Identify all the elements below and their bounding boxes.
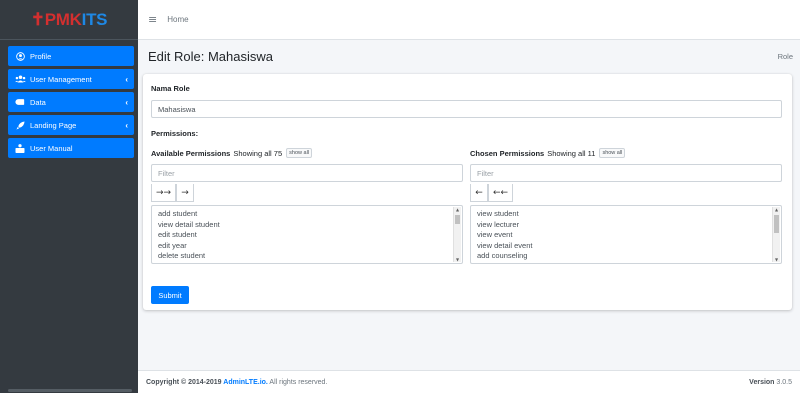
scroll-down-icon[interactable]: ▼ <box>454 257 461 262</box>
chevron-left-icon: ‹ <box>125 97 128 107</box>
edit-role-card: Nama Role Mahasiswa Permissions: Availab… <box>143 74 792 310</box>
brand-logo: ✝PMKITS <box>30 9 108 30</box>
available-filter-input[interactable]: Filter <box>151 164 463 182</box>
list-item[interactable]: add student <box>158 209 456 220</box>
available-permissions-header: Available Permissions Showing all 75 sho… <box>151 147 463 159</box>
hamburger-menu-icon[interactable]: ≡ <box>148 13 157 26</box>
list-item[interactable]: view detail student <box>158 220 456 231</box>
list-item[interactable]: view event <box>477 230 775 241</box>
page-title: Edit Role: Mahasiswa <box>148 48 273 64</box>
sidebar-item-label: Data <box>30 97 46 107</box>
content-header: Edit Role: Mahasiswa Role <box>148 40 793 72</box>
submit-button[interactable]: Submit <box>151 286 189 304</box>
scroll-thumb[interactable] <box>774 215 779 233</box>
cross-icon: ✝ <box>30 9 45 29</box>
list-item[interactable]: view detail event <box>477 241 775 252</box>
available-permissions-list[interactable]: add student view detail student edit stu… <box>151 205 463 264</box>
user-circle-icon <box>14 51 26 61</box>
chosen-move-buttons: ← ←← <box>470 184 782 202</box>
list-item[interactable]: edit student <box>158 230 456 241</box>
scroll-thumb[interactable] <box>455 215 460 224</box>
nav-home-link[interactable]: Home <box>167 15 188 24</box>
chosen-permissions-title: Chosen Permissions <box>470 148 545 158</box>
sidebar: ✝PMKITS Profile User Management ‹ Data ‹ <box>0 0 138 393</box>
chosen-permissions-list[interactable]: view student view lecturer view event vi… <box>470 205 782 264</box>
brand-link[interactable]: ✝PMKITS <box>0 0 138 40</box>
show-all-chosen-button[interactable]: show all <box>599 148 626 158</box>
sidebar-item-user-manual[interactable]: User Manual <box>8 138 134 158</box>
sidebar-item-profile[interactable]: Profile <box>8 46 134 66</box>
sidebar-item-label: Landing Page <box>30 120 77 130</box>
sidebar-item-label: User Manual <box>30 143 73 153</box>
users-icon <box>14 75 26 83</box>
permissions-label: Permissions: <box>151 129 199 138</box>
available-permissions-panel: Available Permissions Showing all 75 sho… <box>151 147 463 264</box>
show-all-available-button[interactable]: show all <box>286 148 313 158</box>
role-name-input[interactable]: Mahasiswa <box>151 100 782 118</box>
list-item[interactable]: view student <box>477 209 775 220</box>
chevron-left-icon: ‹ <box>125 74 128 84</box>
version-label: Version <box>749 378 775 386</box>
sidebar-item-data[interactable]: Data ‹ <box>8 92 134 112</box>
sidebar-item-landing-page[interactable]: Landing Page ‹ <box>8 115 134 135</box>
footer: Copyright © 2014-2019 AdminLTE.io. All r… <box>138 370 800 393</box>
footer-version: Version 3.0.5 <box>749 379 792 386</box>
footer-copyright: Copyright © 2014-2019 AdminLTE.io. All r… <box>146 379 327 386</box>
available-move-buttons: →→ → <box>151 184 463 202</box>
sidebar-scrollbar[interactable] <box>8 389 132 392</box>
scroll-down-icon[interactable]: ▼ <box>773 257 780 262</box>
sidebar-item-user-management[interactable]: User Management ‹ <box>8 69 134 89</box>
scroll-up-icon[interactable]: ▲ <box>454 207 461 212</box>
list-item[interactable]: edit year <box>158 241 456 252</box>
chosen-permissions-header: Chosen Permissions Showing all 11 show a… <box>470 147 782 159</box>
version-value: 3.0.5 <box>776 378 792 386</box>
sidebar-item-label: User Management <box>30 74 92 84</box>
chosen-filter-input[interactable]: Filter <box>470 164 782 182</box>
available-permissions-count: Showing all 75 <box>233 148 283 158</box>
chosen-list-scrollbar[interactable]: ▲ ▼ <box>772 207 780 262</box>
copyright-suffix: All rights reserved. <box>267 378 328 386</box>
top-navbar: ≡ Home <box>138 0 800 40</box>
move-all-right-button[interactable]: →→ <box>151 184 176 202</box>
chevron-left-icon: ‹ <box>125 120 128 130</box>
sidebar-nav: Profile User Management ‹ Data ‹ Landing… <box>0 40 138 158</box>
adminlte-link[interactable]: AdminLTE.io. <box>223 379 268 386</box>
chosen-permissions-panel: Chosen Permissions Showing all 11 show a… <box>470 147 782 264</box>
brand-its: ITS <box>81 9 108 29</box>
list-item[interactable]: add counseling <box>477 251 775 262</box>
database-icon <box>14 98 26 106</box>
list-item[interactable]: delete student <box>158 251 456 262</box>
scroll-up-icon[interactable]: ▲ <box>773 207 780 212</box>
copyright-text: Copyright © 2014-2019 <box>146 378 224 386</box>
rocket-icon <box>14 120 26 130</box>
available-list-scrollbar[interactable]: ▲ ▼ <box>453 207 461 262</box>
available-permissions-title: Available Permissions <box>151 148 231 158</box>
move-all-left-button[interactable]: ←← <box>488 184 513 202</box>
role-name-label: Nama Role <box>151 84 190 93</box>
move-selected-left-button[interactable]: ← <box>470 184 488 202</box>
breadcrumb[interactable]: Role <box>778 52 793 61</box>
move-selected-right-button[interactable]: → <box>176 184 194 202</box>
list-item[interactable]: view lecturer <box>477 220 775 231</box>
sidebar-item-label: Profile <box>30 51 52 61</box>
chosen-permissions-count: Showing all 11 <box>547 148 596 158</box>
brand-pmk: PMK <box>44 9 82 29</box>
user-manual-icon <box>14 143 26 153</box>
